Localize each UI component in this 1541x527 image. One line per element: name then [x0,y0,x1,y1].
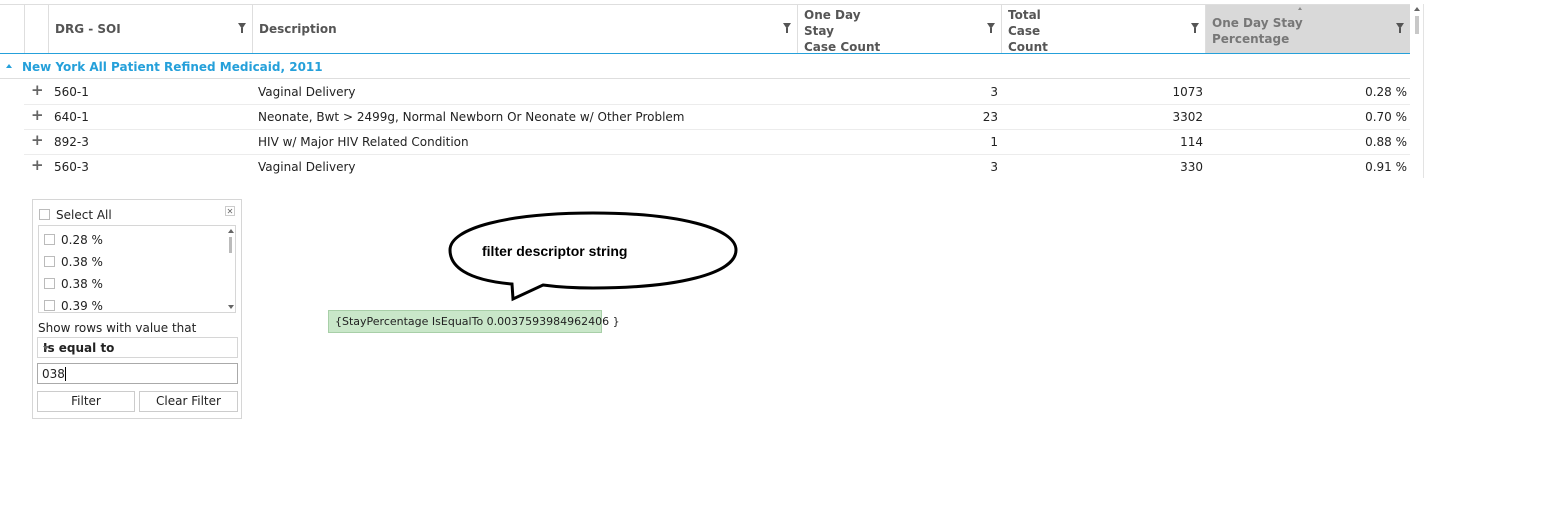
scrollbar-thumb[interactable] [229,237,232,253]
header-drg-soi[interactable]: DRG - SOI [48,5,252,53]
column-filter-popup: Select All ✕ 0.28 % 0.38 % 0.38 % 0.39 %… [32,199,242,419]
filter-funnel-icon[interactable] [987,23,995,33]
expand-plus-icon[interactable]: + [31,106,44,124]
cell-description: HIV w/ Major HIV Related Condition [258,135,469,149]
cell-total-count: 1073 [1172,85,1203,99]
clear-filter-button[interactable]: Clear Filter [139,391,238,412]
bubble-text: filter descriptor string [482,243,628,259]
operator-select[interactable]: Is equal to [37,337,238,358]
list-item[interactable]: 0.38 % [39,250,224,272]
group-header-row[interactable]: New York All Patient Refined Medicaid, 2… [0,56,1410,79]
text-caret [65,367,66,381]
value-label: 0.28 % [61,233,103,247]
filter-descriptor-box: {StayPercentage IsEqualTo 0.003759398496… [328,310,620,333]
value-label: 0.39 % [61,299,103,313]
filter-funnel-icon[interactable] [783,23,791,33]
cell-percentage: 0.88 % [1365,135,1407,149]
grid-header: DRG - SOI Description One Day Stay Case … [0,4,1410,54]
value-checkbox[interactable] [44,278,55,289]
header-pct-label: One Day Stay Percentage [1212,16,1303,46]
operator-value: Is equal to [43,341,115,355]
cell-one-day-count: 3 [990,160,998,174]
list-item[interactable]: 0.38 % [39,272,224,294]
filter-value-input[interactable]: 038 [37,363,238,384]
header-total-label: Total Case Count [1008,8,1048,54]
show-rows-label: Show rows with value that [38,321,197,335]
value-checkbox[interactable] [44,300,55,311]
scroll-down-icon[interactable] [228,305,234,309]
filter-button[interactable]: Filter [37,391,135,412]
list-scrollbar[interactable] [225,226,235,312]
scroll-up-icon[interactable] [1414,7,1420,11]
select-all-label[interactable]: Select All [56,208,112,222]
cell-drg-soi: 560-1 [54,85,89,99]
cell-description: Neonate, Bwt > 2499g, Normal Newborn Or … [258,110,685,124]
value-checkbox[interactable] [44,256,55,267]
cell-one-day-count: 3 [990,85,998,99]
group-title: New York All Patient Refined Medicaid, 2… [22,60,323,74]
value-label: 0.38 % [61,255,103,269]
filter-value-text: 038 [42,367,65,381]
cell-description: Vaginal Delivery [258,85,356,99]
list-item[interactable]: 0.39 % [39,294,224,313]
chevron-down-icon[interactable] [43,346,49,350]
data-grid: DRG - SOI Description One Day Stay Case … [0,4,1424,178]
cell-total-count: 3302 [1172,110,1203,124]
close-icon[interactable]: ✕ [225,206,235,216]
value-label: 0.38 % [61,277,103,291]
table-row[interactable]: + 640-1 Neonate, Bwt > 2499g, Normal New… [24,104,1410,130]
cell-description: Vaginal Delivery [258,160,356,174]
cell-percentage: 0.70 % [1365,110,1407,124]
header-description[interactable]: Description [252,5,797,53]
header-expand-column [24,5,48,53]
value-checkbox[interactable] [44,234,55,245]
table-row[interactable]: + 560-1 Vaginal Delivery 3 1073 0.28 % [24,79,1410,105]
scroll-up-icon[interactable] [228,229,234,233]
cell-one-day-count: 23 [982,110,998,124]
distinct-values-list: 0.28 % 0.38 % 0.38 % 0.39 % [38,225,236,313]
cell-one-day-count: 1 [990,135,998,149]
cell-drg-soi: 560-3 [54,160,89,174]
expand-plus-icon[interactable]: + [31,156,44,174]
table-row[interactable]: + 560-3 Vaginal Delivery 3 330 0.91 % [24,154,1410,179]
table-row[interactable]: + 892-3 HIV w/ Major HIV Related Conditi… [24,129,1410,155]
header-one-day-label: One Day Stay Case Count [804,8,881,54]
filter-funnel-icon[interactable] [238,23,246,33]
filter-funnel-icon[interactable] [1191,23,1199,33]
cell-total-count: 330 [1180,160,1203,174]
cell-percentage: 0.91 % [1365,160,1407,174]
sort-ascending-icon [1298,7,1302,10]
select-all-checkbox[interactable] [39,209,50,220]
cell-total-count: 114 [1180,135,1203,149]
header-total-case-count[interactable]: Total Case Count [1001,5,1205,54]
cell-percentage: 0.28 % [1365,85,1407,99]
filter-funnel-icon[interactable] [1396,23,1404,33]
header-one-day-stay-case-count[interactable]: One Day Stay Case Count [797,5,1001,54]
filter-descriptor-text: {StayPercentage IsEqualTo 0.003759398496… [335,315,620,328]
header-one-day-stay-percentage[interactable]: One Day Stay Percentage [1205,5,1410,53]
list-item[interactable]: 0.28 % [39,228,224,250]
header-drg-soi-label: DRG - SOI [55,22,121,36]
expand-plus-icon[interactable]: + [31,131,44,149]
scrollbar-thumb[interactable] [1415,16,1419,34]
header-description-label: Description [259,22,337,36]
cell-drg-soi: 892-3 [54,135,89,149]
cell-drg-soi: 640-1 [54,110,89,124]
grid-vertical-scrollbar[interactable] [1411,4,1423,54]
collapse-triangle-icon[interactable] [6,64,12,68]
expand-plus-icon[interactable]: + [31,81,44,99]
